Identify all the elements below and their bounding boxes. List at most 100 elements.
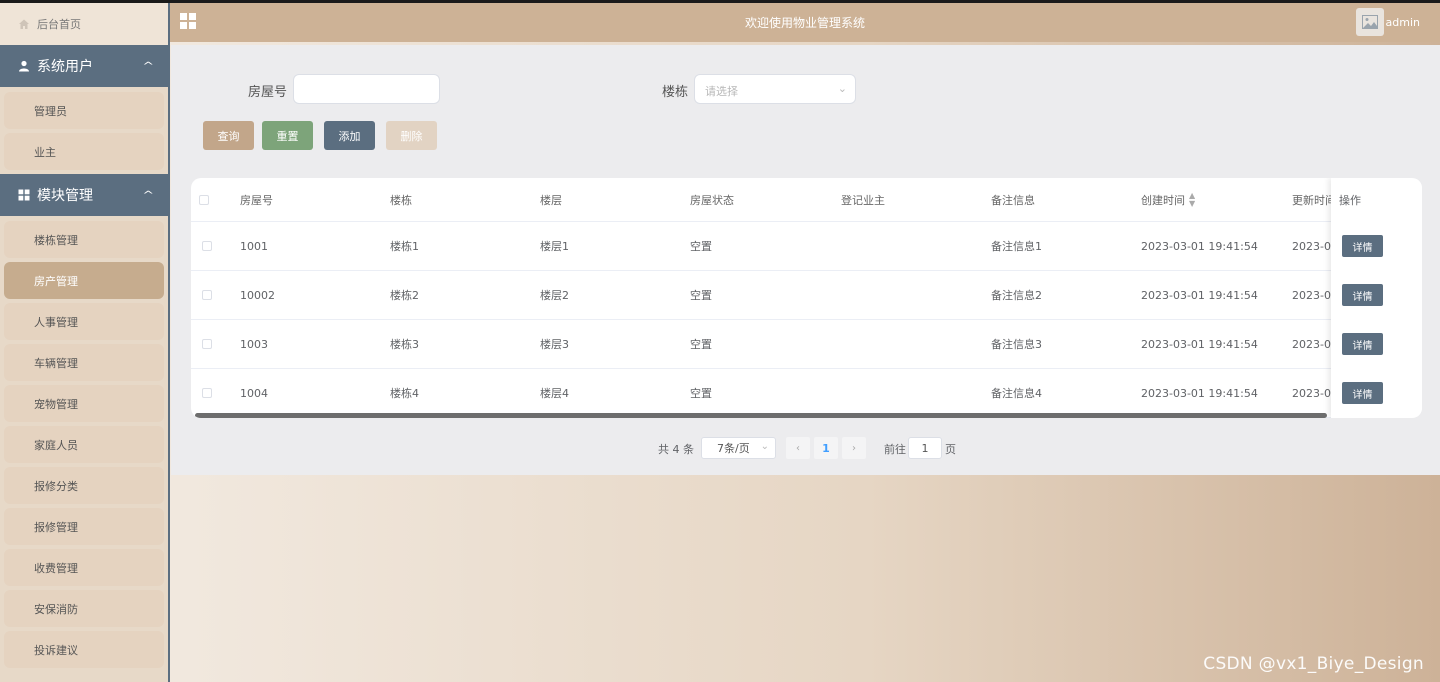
page-size-select[interactable]: 7条/页 ⌄ — [701, 437, 776, 459]
sidebar-item-personnel[interactable]: 人事管理 — [4, 303, 164, 340]
row-checkbox[interactable] — [202, 241, 212, 251]
sidebar-home[interactable]: 后台首页 — [0, 3, 168, 45]
sidebar-item-pet[interactable]: 宠物管理 — [4, 385, 164, 422]
row-checkbox-cell — [202, 271, 212, 319]
pagination-total: 共 4 条 — [658, 443, 694, 456]
detail-button[interactable]: 详情 — [1342, 284, 1383, 306]
sidebar-item-fees[interactable]: 收费管理 — [4, 549, 164, 586]
detail-button[interactable]: 详情 — [1342, 382, 1383, 404]
sidebar-item-building[interactable]: 楼栋管理 — [4, 221, 164, 258]
cell-created: 2023-03-01 19:41:54 — [1141, 288, 1258, 302]
house-no-label: 房屋号 — [248, 85, 288, 100]
cell-house-no: 1003 — [240, 337, 268, 351]
chevron-left-icon: ‹ — [796, 442, 800, 454]
watermark: CSDN @vx1_Biye_Design — [1203, 654, 1424, 674]
cell-remark: 备注信息1 — [991, 240, 1042, 253]
select-all-checkbox-cell — [199, 178, 209, 221]
chevron-right-icon: › — [852, 442, 856, 454]
cell-floor: 楼层2 — [540, 289, 569, 302]
column-header: 房屋号 — [240, 193, 273, 207]
table-row: 10002 楼栋2 楼层2 空置 备注信息2 2023-03-01 19:41:… — [191, 271, 1422, 320]
sidebar-group-label: 系统用户 — [37, 59, 93, 75]
next-page-button[interactable]: › — [842, 437, 866, 459]
cell-building: 楼栋1 — [390, 240, 419, 253]
reset-button[interactable]: 重置 — [262, 121, 313, 150]
sidebar-item-vehicle[interactable]: 车辆管理 — [4, 344, 164, 381]
house-no-input[interactable] — [293, 74, 440, 104]
goto-label: 前往 — [884, 443, 906, 456]
sidebar-group-system-users[interactable]: 系统用户 ^ — [0, 45, 168, 87]
row-checkbox-cell — [202, 320, 212, 368]
delete-button[interactable]: 删除 — [386, 121, 437, 150]
detail-button[interactable]: 详情 — [1342, 333, 1383, 355]
sidebar-item-owner[interactable]: 业主 — [4, 133, 164, 170]
cell-updated: 2023-03- — [1292, 386, 1332, 400]
building-select[interactable]: 请选择 ⌄ — [694, 74, 856, 104]
menu-grid-icon[interactable] — [180, 13, 196, 29]
property-table: 房屋号 楼栋 楼层 房屋状态 登记业主 备注信息 创建时间 ▲ ▼ 更新时间 100… — [191, 178, 1422, 418]
sidebar-item-complaints[interactable]: 投诉建议 — [4, 631, 164, 668]
avatar[interactable] — [1356, 8, 1384, 36]
cell-building: 楼栋2 — [390, 289, 419, 302]
cell-status: 空置 — [690, 289, 712, 302]
sidebar-group-module-management[interactable]: 模块管理 ^ — [0, 174, 168, 216]
sidebar-item-label: 家庭人员 — [34, 438, 78, 452]
chevron-up-icon: ^ — [141, 189, 154, 201]
sidebar-item-label: 房产管理 — [34, 274, 78, 288]
row-checkbox[interactable] — [202, 388, 212, 398]
row-checkbox-cell — [202, 369, 212, 417]
main-panel: 房屋号 楼栋 请选择 ⌄ 查询 重置 添加 删除 房屋号 楼栋 楼层 房屋状态 … — [171, 45, 1440, 475]
chevron-up-icon: ^ — [141, 60, 154, 72]
detail-button[interactable]: 详情 — [1342, 235, 1383, 257]
cell-updated: 2023-03- — [1292, 288, 1332, 302]
column-header: 楼栋 — [390, 193, 412, 207]
sidebar-home-label: 后台首页 — [37, 18, 81, 31]
cell-building: 楼栋3 — [390, 338, 419, 351]
sidebar-item-repair-category[interactable]: 报修分类 — [4, 467, 164, 504]
sidebar-group-label: 模块管理 — [37, 188, 93, 204]
sidebar: 后台首页 系统用户 ^ 管理员 业主 模块管理 ^ 楼栋管理 房产管理 人事管理… — [0, 3, 170, 682]
column-header: 房屋状态 — [690, 193, 734, 207]
cell-house-no: 1004 — [240, 386, 268, 400]
header: 欢迎使用物业管理系统 admin — [170, 3, 1440, 42]
sidebar-item-label: 安保消防 — [34, 602, 78, 616]
add-button[interactable]: 添加 — [324, 121, 375, 150]
cell-floor: 楼层4 — [540, 387, 569, 400]
sidebar-item-admin[interactable]: 管理员 — [4, 92, 164, 129]
sidebar-item-label: 报修分类 — [34, 479, 78, 493]
query-button[interactable]: 查询 — [203, 121, 254, 150]
sidebar-item-property[interactable]: 房产管理 — [4, 262, 164, 299]
page-number-current[interactable]: 1 — [814, 437, 838, 459]
sidebar-item-label: 报修管理 — [34, 520, 78, 534]
username[interactable]: admin — [1386, 16, 1420, 29]
column-header: 更新时间 — [1292, 193, 1332, 207]
sidebar-item-security[interactable]: 安保消防 — [4, 590, 164, 627]
cell-created: 2023-03-01 19:41:54 — [1141, 386, 1258, 400]
cell-created: 2023-03-01 19:41:54 — [1141, 239, 1258, 253]
cell-status: 空置 — [690, 387, 712, 400]
image-icon — [1362, 15, 1378, 29]
table-row: 1003 楼栋3 楼层3 空置 备注信息3 2023-03-01 19:41:5… — [191, 320, 1422, 369]
cell-updated: 2023-03- — [1292, 337, 1332, 351]
cell-created: 2023-03-01 19:41:54 — [1141, 337, 1258, 351]
sidebar-item-repair[interactable]: 报修管理 — [4, 508, 164, 545]
select-all-checkbox[interactable] — [199, 194, 209, 205]
sidebar-item-family[interactable]: 家庭人员 — [4, 426, 164, 463]
actions-column: 操作 详情 详情 详情 详情 — [1331, 178, 1422, 418]
sidebar-item-label: 人事管理 — [34, 315, 78, 329]
sort-icon[interactable]: ▲ ▼ — [1189, 191, 1195, 208]
user-icon — [19, 60, 29, 72]
building-select-placeholder: 请选择 — [705, 85, 738, 98]
row-checkbox[interactable] — [202, 290, 212, 300]
cell-updated: 2023-03- — [1292, 239, 1332, 253]
grid-icon — [18, 189, 30, 201]
cell-remark: 备注信息2 — [991, 289, 1042, 302]
goto-page-input[interactable]: 1 — [908, 437, 942, 459]
chevron-down-icon: ⌄ — [837, 82, 847, 95]
column-header-label: 创建时间 — [1141, 193, 1185, 207]
cell-house-no: 10002 — [240, 288, 275, 302]
column-header-created[interactable]: 创建时间 ▲ ▼ — [1141, 178, 1195, 221]
row-checkbox[interactable] — [202, 339, 212, 349]
horizontal-scrollbar[interactable] — [195, 413, 1327, 418]
prev-page-button[interactable]: ‹ — [786, 437, 810, 459]
